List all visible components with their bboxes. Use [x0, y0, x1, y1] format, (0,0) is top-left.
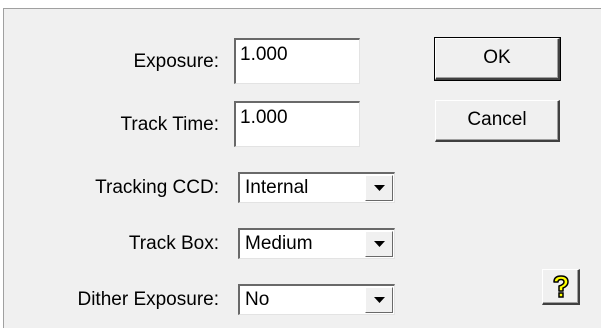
- dither-exposure-dropdown-button[interactable]: [365, 287, 393, 313]
- track-box-select[interactable]: Medium: [238, 228, 395, 259]
- track-time-input[interactable]: 1.000: [234, 101, 360, 147]
- exposure-input[interactable]: 1.000: [234, 38, 360, 84]
- tracking-ccd-select[interactable]: Internal: [238, 172, 395, 203]
- exposure-label: Exposure:: [133, 51, 219, 72]
- track-box-dropdown-button[interactable]: [365, 231, 393, 257]
- dither-exposure-select[interactable]: No: [238, 284, 395, 315]
- tracking-ccd-label: Tracking CCD:: [95, 177, 219, 198]
- tracking-ccd-value: Internal: [245, 177, 309, 198]
- tracking-settings-dialog: Exposure: 1.000 Track Time: 1.000 Tracki…: [3, 8, 601, 328]
- chevron-down-icon: [374, 297, 385, 303]
- track-box-value: Medium: [245, 233, 313, 254]
- cancel-button[interactable]: Cancel: [435, 100, 560, 142]
- track-box-label: Track Box:: [128, 233, 219, 254]
- chevron-down-icon: [374, 185, 385, 191]
- question-mark-icon: [553, 275, 569, 298]
- dither-exposure-label: Dither Exposure:: [77, 289, 219, 310]
- chevron-down-icon: [374, 241, 385, 247]
- help-button[interactable]: [542, 269, 580, 305]
- ok-button[interactable]: OK: [434, 37, 561, 81]
- tracking-ccd-dropdown-button[interactable]: [365, 175, 393, 201]
- dither-exposure-value: No: [245, 289, 270, 310]
- track-time-label: Track Time:: [120, 114, 219, 135]
